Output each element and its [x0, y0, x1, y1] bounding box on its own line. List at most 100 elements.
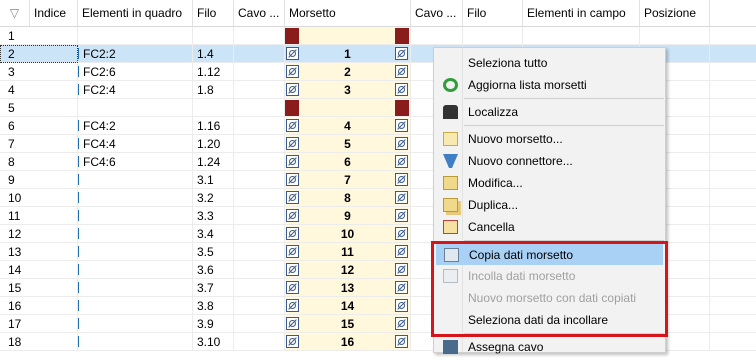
- col-cavo-left[interactable]: Cavo ...: [234, 0, 285, 26]
- menu-item[interactable]: Assegna cavo: [436, 336, 663, 358]
- col-elementi-campo[interactable]: Elementi in campo: [523, 0, 640, 26]
- cell-morsetto: 4: [285, 117, 411, 135]
- menu-item-label: Aggiorna lista morsetti: [468, 78, 587, 92]
- cell-elementi-quadro: FC2:6: [78, 63, 193, 81]
- cell-filo: 1.20: [193, 135, 234, 153]
- col-filo[interactable]: Filo: [193, 0, 234, 26]
- cell-indice: 11: [0, 207, 78, 225]
- cell-filler: [710, 99, 756, 117]
- cell-morsetto: [285, 27, 411, 45]
- cell-filo: 1.16: [193, 117, 234, 135]
- terminal-number: 14: [340, 299, 355, 313]
- terminal-number: 4: [344, 119, 351, 133]
- cell-indice: 5: [0, 99, 78, 117]
- terminal-number: 3: [344, 83, 351, 97]
- cell-indice: 13: [0, 243, 78, 261]
- menu-item[interactable]: Localizza: [436, 101, 663, 123]
- menu-item[interactable]: Cancella: [436, 216, 663, 238]
- cell-elementi-quadro: FC2:2: [78, 45, 193, 63]
- cell-filler: [710, 81, 756, 99]
- terminal-icon: [286, 263, 299, 276]
- menu-item-label: Cancella: [468, 220, 515, 234]
- cell-indice: 2: [0, 45, 78, 63]
- col-filo-right[interactable]: Filo: [463, 0, 523, 26]
- cell-morsetto: 3: [285, 81, 411, 99]
- cell-filo: 3.6: [193, 261, 234, 279]
- col-elementi-quadro[interactable]: Elementi in quadro: [78, 0, 193, 26]
- cell-morsetto: 9: [285, 207, 411, 225]
- cell-indice: 16: [0, 297, 78, 315]
- cell-indice: 7: [0, 135, 78, 153]
- terminal-icon: [286, 137, 299, 150]
- menu-item[interactable]: Modifica...: [436, 172, 663, 194]
- menu-item[interactable]: Nuovo morsetto...: [436, 128, 663, 150]
- terminal-number: 11: [341, 245, 354, 259]
- cell-elementi-campo: [523, 27, 640, 45]
- edit-icon: [443, 176, 458, 190]
- table-row[interactable]: 1: [0, 27, 756, 45]
- terminal-icon: [395, 119, 408, 132]
- cell-filo: 3.4: [193, 225, 234, 243]
- cell-morsetto: 13: [285, 279, 411, 297]
- terminal-icon: [286, 209, 299, 222]
- cell-filo: 3.7: [193, 279, 234, 297]
- menu-item[interactable]: Nuovo connettore...: [436, 150, 663, 172]
- col-cavo-right[interactable]: Cavo ...: [411, 0, 463, 26]
- col-morsetto[interactable]: Morsetto: [285, 0, 411, 26]
- menu-item[interactable]: Seleziona tutto: [436, 52, 663, 74]
- cell-cavo-left: [234, 225, 285, 243]
- cell-cavo-left: [234, 261, 285, 279]
- cell-cavo-left: [234, 117, 285, 135]
- cell-cavo-left: [234, 207, 285, 225]
- terminal-icon: [395, 245, 408, 258]
- cell-morsetto: 10: [285, 225, 411, 243]
- terminal-icon: [286, 191, 299, 204]
- cell-morsetto: 12: [285, 261, 411, 279]
- terminal-icon: [286, 245, 299, 258]
- device-icon: [78, 336, 79, 347]
- terminal-icon: [395, 335, 408, 348]
- terminal-icon: [286, 317, 299, 330]
- cell-cavo-right: [411, 27, 463, 45]
- cell-elementi-quadro: [78, 189, 193, 207]
- cell-filo: 3.3: [193, 207, 234, 225]
- cell-cavo-left: [234, 171, 285, 189]
- cell-filler: [710, 279, 756, 297]
- cell-filler: [710, 45, 756, 63]
- block-marker: [395, 100, 409, 116]
- terminal-number: 16: [340, 335, 355, 349]
- new-terminal-icon: [443, 132, 458, 146]
- cell-cavo-left: [234, 333, 285, 351]
- cell-elementi-quadro: FC4:4: [78, 135, 193, 153]
- sort-icon[interactable]: ▽: [0, 0, 30, 26]
- duplicate-icon: [443, 198, 458, 212]
- cell-cavo-left: [234, 45, 285, 63]
- col-posizione[interactable]: Posizione: [640, 0, 710, 26]
- cell-elementi-quadro: [78, 99, 193, 117]
- cell-morsetto: 11: [285, 243, 411, 261]
- col-indice[interactable]: Indice: [30, 0, 78, 26]
- terminal-number: 13: [340, 281, 355, 295]
- cell-cavo-left: [234, 297, 285, 315]
- cell-morsetto: 8: [285, 189, 411, 207]
- cell-morsetto: 5: [285, 135, 411, 153]
- terminal-number: 10: [340, 227, 355, 241]
- cell-cavo-left: [234, 279, 285, 297]
- menu-separator: [464, 125, 664, 126]
- cell-filo: 3.1: [193, 171, 234, 189]
- cell-elementi-quadro: [78, 315, 193, 333]
- device-icon: [78, 156, 79, 167]
- cell-indice: 12: [0, 225, 78, 243]
- cable-icon: [443, 340, 458, 354]
- cell-filler: [710, 261, 756, 279]
- device-icon: [78, 84, 79, 95]
- cell-indice: 3: [0, 63, 78, 81]
- cell-indice: 15: [0, 279, 78, 297]
- cell-filler: [710, 315, 756, 333]
- terminal-icon: [395, 263, 408, 276]
- terminal-icon: [395, 317, 408, 330]
- menu-item[interactable]: Aggiorna lista morsetti: [436, 74, 663, 96]
- cell-filler: [710, 171, 756, 189]
- cell-filo: 1.8: [193, 81, 234, 99]
- menu-item[interactable]: Duplica...: [436, 194, 663, 216]
